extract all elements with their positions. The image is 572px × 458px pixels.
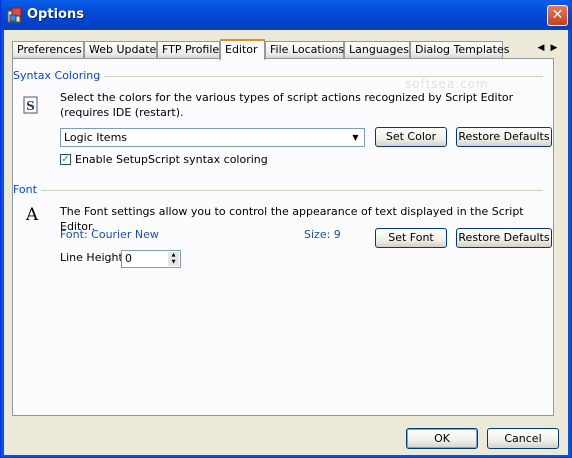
- tab-ftp-profile[interactable]: FTP Profile: [157, 41, 220, 59]
- font-group-title: Font: [13, 183, 41, 196]
- current-font-label: Font: Courier New: [60, 228, 159, 241]
- app-icon: [7, 7, 22, 23]
- font-group-divider: [13, 190, 543, 191]
- close-icon: ✕: [551, 7, 564, 23]
- tab-editor[interactable]: Editor: [220, 39, 265, 60]
- syntax-type-value: Logic Items: [64, 131, 128, 144]
- close-button[interactable]: ✕: [547, 5, 568, 26]
- tab-scroll-right-icon[interactable]: ▶: [547, 41, 561, 55]
- script-icon: S: [23, 96, 38, 114]
- tab-file-locations[interactable]: File Locations: [265, 41, 344, 59]
- current-font-size-label: Size: 9: [304, 228, 341, 241]
- options-window: Options ✕ Preferences Web Update FTP Pro…: [0, 0, 572, 458]
- window-title: Options: [27, 7, 84, 22]
- restore-defaults-font-button[interactable]: Restore Defaults: [456, 228, 552, 248]
- syntax-group-title: Syntax Coloring: [13, 69, 105, 82]
- chevron-down-icon[interactable]: ▼: [348, 130, 363, 145]
- svg-text:A: A: [25, 205, 39, 224]
- line-height-value[interactable]: 0: [125, 252, 132, 265]
- syntax-coloring-checkbox[interactable]: ✓: [60, 154, 71, 165]
- font-icon: A: [25, 205, 39, 224]
- spin-up-icon[interactable]: ▲: [168, 252, 179, 259]
- tab-languages[interactable]: Languages: [344, 41, 410, 59]
- set-font-button[interactable]: Set Font: [375, 228, 447, 248]
- set-color-button[interactable]: Set Color: [375, 127, 447, 147]
- line-height-stepper[interactable]: 0 ▲ ▼: [121, 250, 181, 268]
- syntax-type-dropdown[interactable]: Logic Items ▼: [60, 128, 365, 147]
- line-height-label: Line Height:: [60, 251, 127, 264]
- tab-scroll-left-icon[interactable]: ◀: [534, 41, 548, 55]
- editor-tab-panel: softsea.com Syntax Coloring S Select the…: [12, 58, 554, 416]
- line-height-spin-buttons: ▲ ▼: [168, 252, 179, 266]
- cancel-button[interactable]: Cancel: [487, 428, 559, 449]
- syntax-description: Select the colors for the various types …: [60, 91, 514, 119]
- ok-button[interactable]: OK: [406, 428, 478, 449]
- restore-defaults-colors-button[interactable]: Restore Defaults: [456, 127, 552, 147]
- title-bar[interactable]: Options ✕: [1, 0, 572, 30]
- tab-dialog-templates[interactable]: Dialog Templates: [410, 41, 509, 59]
- tab-preferences[interactable]: Preferences: [12, 41, 84, 59]
- syntax-coloring-checkbox-label[interactable]: Enable SetupScript syntax coloring: [75, 152, 268, 167]
- checkmark-icon: ✓: [61, 154, 70, 165]
- tab-web-update[interactable]: Web Update: [84, 41, 157, 59]
- dialog-client-area: Preferences Web Update FTP Profile Edito…: [4, 30, 568, 455]
- spin-down-icon[interactable]: ▼: [168, 259, 179, 266]
- svg-text:S: S: [26, 99, 35, 113]
- watermark: softsea.com: [405, 77, 489, 91]
